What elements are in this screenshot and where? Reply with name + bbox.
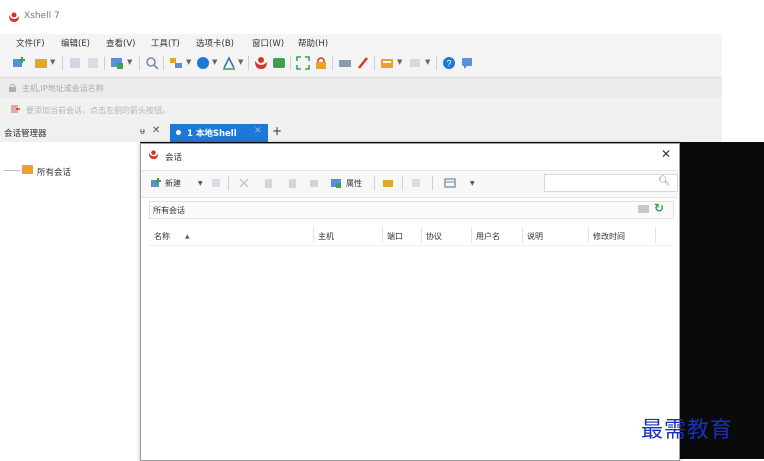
help-icon[interactable]: ? [442, 56, 456, 70]
column-name[interactable]: 名称 [154, 231, 170, 242]
open-folder-icon[interactable] [382, 177, 394, 189]
title-bar [0, 0, 722, 34]
script-icon[interactable] [380, 56, 394, 70]
xftp-icon[interactable] [272, 56, 286, 70]
column-protocol[interactable]: 协议 [426, 231, 442, 242]
globe-dropdown-icon[interactable]: ▼ [212, 58, 217, 66]
cut-icon[interactable] [238, 177, 250, 189]
disconnect-icon[interactable] [86, 56, 100, 70]
menu-view[interactable]: 查看(V) [106, 37, 135, 49]
new-session-icon[interactable] [150, 177, 162, 189]
tab-close-icon[interactable]: ✕ [254, 126, 262, 136]
menu-tabs[interactable]: 选项卡(B) [196, 37, 234, 49]
column-host[interactable]: 主机 [318, 231, 334, 242]
properties-button[interactable]: 属性 [346, 178, 362, 189]
tree-connector [4, 170, 20, 171]
tab-row [0, 122, 722, 142]
find-icon[interactable] [145, 56, 159, 70]
open-dropdown-icon[interactable]: ▼ [50, 58, 55, 66]
view-icon[interactable] [444, 177, 456, 189]
connect-icon[interactable] [68, 56, 82, 70]
export-icon[interactable] [410, 177, 422, 189]
connect-icon[interactable] [210, 177, 222, 189]
globe-icon[interactable] [196, 56, 210, 70]
add-tab-button[interactable]: + [272, 124, 282, 138]
menu-window[interactable]: 窗口(W) [252, 37, 284, 49]
add-session-arrow-icon[interactable] [10, 104, 21, 114]
transfer-icon[interactable] [169, 56, 183, 70]
menu-file[interactable]: 文件(F) [16, 37, 45, 49]
copy-icon[interactable] [262, 177, 274, 189]
session-manager-panel [0, 142, 140, 459]
menu-tools[interactable]: 工具(T) [151, 37, 180, 49]
properties-icon[interactable] [330, 177, 342, 189]
transfer-dropdown-icon[interactable]: ▼ [186, 58, 191, 66]
dialog-logo-icon [148, 150, 159, 160]
path-bar [149, 201, 674, 219]
reconnect-dropdown-icon[interactable]: ▼ [127, 58, 132, 66]
column-description[interactable]: 说明 [527, 231, 543, 242]
new-dropdown-icon[interactable]: ▼ [198, 180, 203, 187]
lock-small-icon [9, 83, 16, 92]
pin-icon[interactable]: ᵾ [140, 126, 145, 137]
column-port[interactable]: 端口 [387, 231, 403, 242]
tree-item-all-sessions[interactable]: 所有会话 [37, 166, 71, 178]
hint-text: 要添加当前会话，点击左侧的箭头按钮。 [26, 106, 170, 115]
layout-icon[interactable] [408, 56, 422, 70]
current-folder-label: 所有会话 [153, 206, 185, 215]
layout-dropdown-icon[interactable]: ▼ [425, 58, 430, 66]
open-folder-icon[interactable] [34, 56, 48, 70]
xshell-logo-small-icon[interactable] [254, 56, 268, 70]
dialog-close-button[interactable]: ✕ [661, 147, 671, 161]
new-session-icon[interactable] [12, 56, 26, 70]
chat-icon[interactable] [460, 56, 474, 70]
session-list[interactable] [149, 225, 672, 456]
font-color-icon[interactable] [222, 56, 236, 70]
script-dropdown-icon[interactable]: ▼ [397, 58, 402, 66]
menu-edit[interactable]: 编辑(E) [61, 37, 90, 49]
keyboard-icon[interactable] [338, 56, 352, 70]
tab-status-dot-icon [176, 130, 181, 135]
folder-icon [22, 165, 33, 174]
view-dropdown-icon[interactable]: ▼ [470, 180, 475, 187]
highlight-pen-icon[interactable] [356, 56, 370, 70]
svg-text:?: ? [446, 59, 451, 69]
font-dropdown-icon[interactable]: ▼ [238, 58, 243, 66]
column-modified-time[interactable]: 修改时间 [593, 231, 625, 242]
paste-icon[interactable] [286, 177, 298, 189]
menu-help[interactable]: 帮助(H) [298, 37, 328, 49]
fullscreen-icon[interactable] [296, 56, 310, 70]
watermark-text: 最需教育 [641, 418, 734, 443]
session-manager-title: 会话管理器 [4, 129, 47, 139]
address-bar[interactable] [0, 77, 722, 100]
refresh-icon[interactable]: ↻ [654, 201, 664, 215]
address-input[interactable]: 主机,IP地址或会话名称 [22, 83, 104, 94]
xshell-logo-icon [9, 12, 19, 22]
reconnect-icon[interactable] [110, 56, 124, 70]
window-title: Xshell 7 [24, 11, 60, 21]
delete-icon[interactable] [308, 177, 320, 189]
lock-icon[interactable] [314, 56, 328, 70]
new-button[interactable]: 新建 [165, 178, 181, 189]
column-username[interactable]: 用户名 [476, 231, 500, 242]
search-icon[interactable]: 🔍︎ [658, 176, 671, 187]
session-manager-close-icon[interactable]: ✕ [152, 125, 160, 136]
sort-ascending-icon: ▲ [185, 233, 190, 240]
dialog-title: 会话 [165, 153, 183, 163]
tab-local-shell-label[interactable]: 1 本地Shell [187, 127, 237, 139]
folder-up-icon[interactable] [638, 205, 649, 213]
